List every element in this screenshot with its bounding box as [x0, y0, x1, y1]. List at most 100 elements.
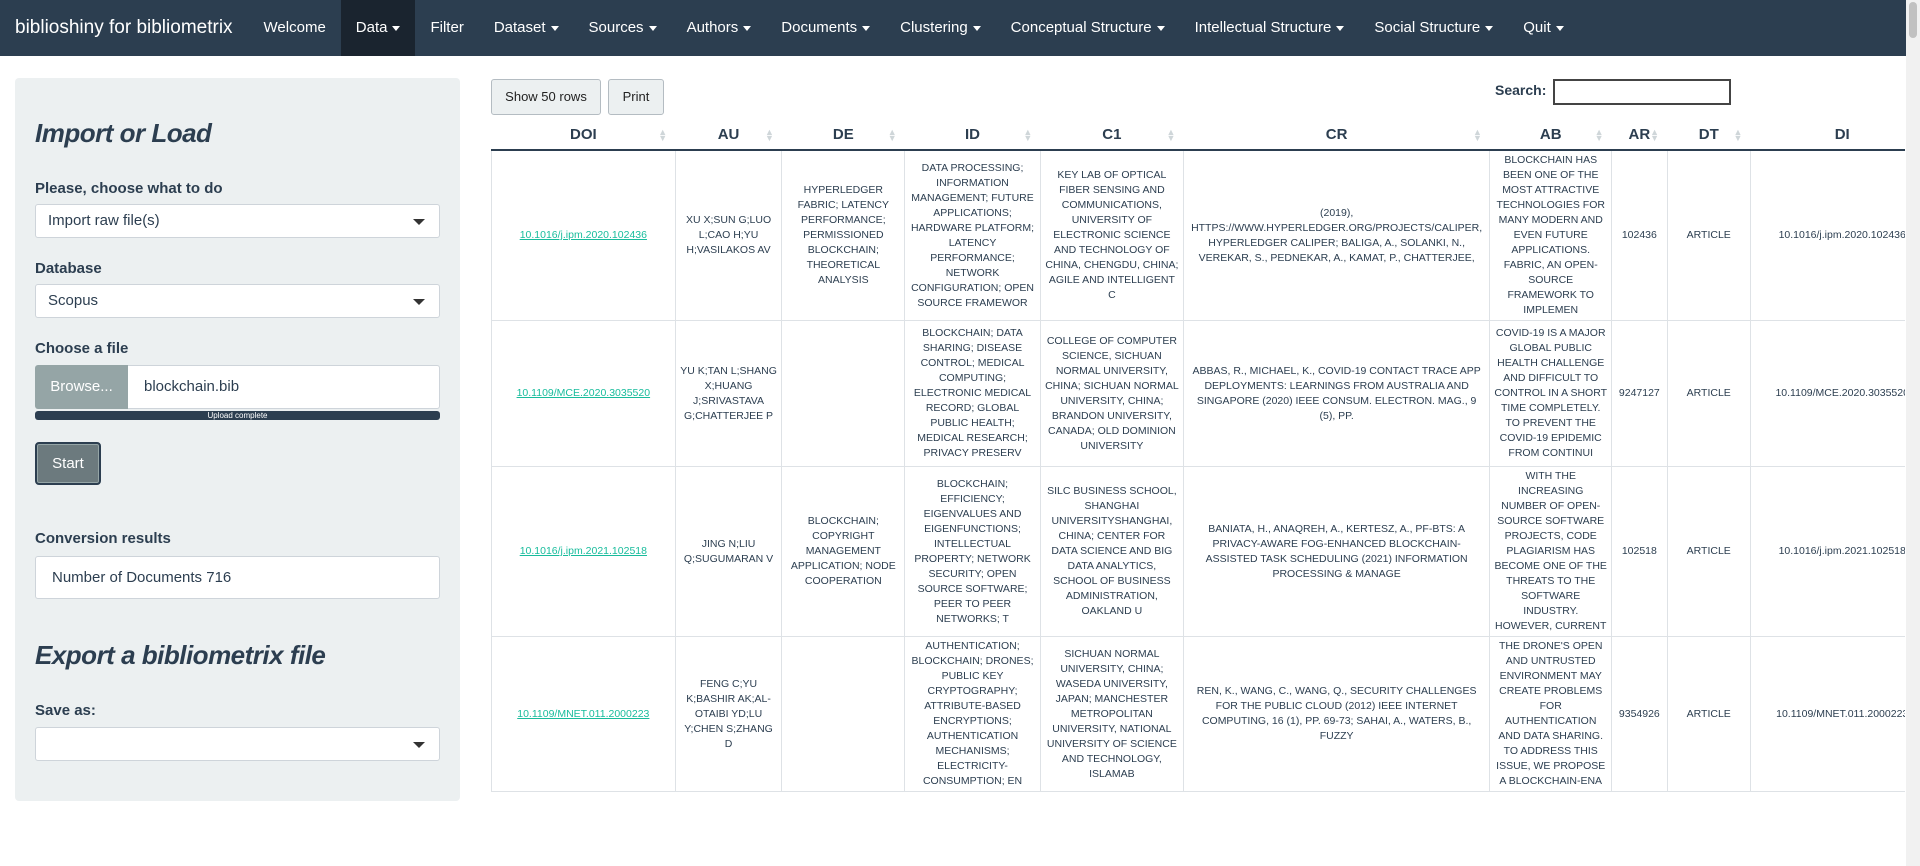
nav-item-social-structure[interactable]: Social Structure	[1359, 0, 1508, 56]
column-header-di[interactable]: DI▲▼	[1750, 120, 1905, 151]
conversion-result: Number of Documents 716	[35, 556, 440, 599]
print-button[interactable]: Print	[608, 79, 664, 115]
nav-item-quit[interactable]: Quit	[1508, 0, 1579, 56]
cell-cr: REN, K., WANG, C., WANG, Q., SECURITY CH…	[1182, 636, 1491, 792]
cell-ab: BLOCKCHAIN HAS BEEN ONE OF THE MOST ATTR…	[1489, 149, 1613, 321]
table-row[interactable]: 10.1016/j.ipm.2021.102518 JING N;LIU Q;SU…	[491, 466, 1905, 637]
column-header-label: AR	[1628, 126, 1651, 143]
doi-link[interactable]: 10.1109/MCE.2020.3035520	[517, 387, 651, 399]
column-header-label: DT	[1698, 126, 1719, 143]
app-brand[interactable]: biblioshiny for bibliometrix	[0, 0, 249, 56]
cell-dt: ARTICLE	[1666, 636, 1751, 792]
cell-dt: ARTICLE	[1666, 320, 1751, 467]
column-header-ar[interactable]: AR ▲ ▼	[1611, 120, 1668, 151]
nav-item-label: Data	[355, 19, 388, 36]
table-row[interactable]: 10.1109/MNET.011.2000223 FENG C;YU K;BASH…	[491, 636, 1905, 792]
cell-cr: ABBAS, R., MICHAEL, K., COVID-19 CONTACT…	[1182, 320, 1491, 467]
nav-item-label: Dataset	[493, 19, 546, 36]
file-name-field[interactable]: blockchain.bib	[128, 365, 440, 409]
database-select[interactable]: Scopus	[35, 284, 440, 318]
database-value: Scopus	[48, 292, 99, 309]
search-label: Search:	[1495, 82, 1547, 98]
column-header-label: DOI	[569, 126, 597, 143]
doi-link[interactable]: 10.1016/j.ipm.2021.102518	[520, 545, 647, 557]
nav-item-filter[interactable]: Filter	[415, 0, 478, 56]
cell-ar: 9354926	[1611, 636, 1668, 792]
column-header-au[interactable]: AU ▲ ▼	[675, 120, 782, 151]
start-button[interactable]: Start	[35, 442, 101, 485]
column-header-c1[interactable]: C1 ▲ ▼	[1040, 120, 1184, 151]
nav-item-data[interactable]: Data	[340, 0, 416, 56]
nav-item-label: Welcome	[263, 19, 326, 36]
column-header-ab[interactable]: AB ▲ ▼	[1489, 120, 1612, 151]
column-header-dt[interactable]: DT ▲ ▼	[1667, 120, 1751, 151]
column-header-label: C1	[1102, 126, 1122, 143]
cell-c1: SICHUAN NORMAL UNIVERSITY, CHINA; WASEDA…	[1039, 636, 1184, 792]
nav-item-label: Authors	[686, 19, 739, 36]
nav-item-documents[interactable]: Documents	[766, 0, 885, 56]
table-row[interactable]: 10.1016/j.ipm.2020.102436 XU X;SUN G;LUO …	[491, 149, 1905, 321]
cell-ar: 102518	[1611, 466, 1668, 637]
sort-icon: ▲ ▼	[1650, 127, 1660, 143]
nav-item-authors[interactable]: Authors	[672, 0, 767, 56]
column-header-cr[interactable]: CR ▲ ▼	[1183, 120, 1490, 151]
column-header-de[interactable]: DE ▲ ▼	[781, 120, 905, 151]
sort-icon: ▲ ▼	[765, 127, 774, 143]
column-header-doi[interactable]: DOI ▲ ▼	[491, 120, 676, 151]
cell-dt: ARTICLE	[1666, 466, 1751, 637]
column-header-id[interactable]: ID ▲ ▼	[904, 120, 1041, 151]
file-label: Choose a file	[35, 340, 129, 357]
nav-item-sources[interactable]: Sources	[574, 0, 672, 56]
cell-de	[781, 320, 906, 467]
top-navbar: biblioshiny for bibliometrix Welcome Data…	[0, 0, 1920, 56]
cell-doi: 10.1109/MNET.011.2000223	[491, 636, 676, 792]
sort-icon: ▲ ▼	[1472, 127, 1482, 143]
cell-id: BLOCKCHAIN; EFFICIENCY; EIGENVALUES AND …	[904, 466, 1041, 637]
nav-item-label: Sources	[588, 19, 644, 36]
page-scrollbar[interactable]	[1906, 0, 1920, 866]
export-title: Export a bibliometrix file	[35, 640, 326, 670]
show-rows-button[interactable]: Show 50 rows	[491, 79, 601, 115]
browse-button[interactable]: Browse...	[35, 365, 128, 409]
sort-icon: ▲ ▼	[1733, 127, 1743, 143]
nav-item-welcome[interactable]: Welcome	[249, 0, 341, 56]
nav-item-label: Intellectual Structure	[1194, 19, 1332, 36]
column-header-label: AB	[1539, 126, 1562, 143]
choose-action-select[interactable]: Import raw file(s)	[35, 204, 440, 238]
table-body: 10.1016/j.ipm.2020.102436 XU X;SUN G;LUO …	[491, 149, 1905, 792]
nav-item-conceptual-structure[interactable]: Conceptual Structure	[996, 0, 1180, 56]
cell-au: FENG C;YU K;BASHIR AK;AL-OTAIBI YD;LU Y;…	[674, 636, 783, 792]
nav-item-dataset[interactable]: Dataset	[479, 0, 574, 56]
doi-link[interactable]: 10.1016/j.ipm.2020.102436	[520, 229, 647, 241]
cell-id: DATA PROCESSING; INFORMATION MANAGEMENT;…	[904, 149, 1041, 321]
cell-doi: 10.1109/MCE.2020.3035520	[491, 320, 676, 467]
cell-ab: COVID-19 IS A MAJOR GLOBAL PUBLIC HEALTH…	[1489, 320, 1613, 467]
nav-item-intellectual-structure[interactable]: Intellectual Structure	[1180, 0, 1360, 56]
cell-di: 10.1016/j.ipm.2021.102518	[1749, 466, 1905, 637]
column-header-label: DI	[1834, 126, 1850, 143]
data-table: DOI▲▼AU▲▼DE▲▼ID▲▼C1▲▼CR▲▼AB▲▼AR▲▼DT▲▼DI▲…	[491, 120, 1905, 792]
caret-down-icon	[1555, 25, 1564, 31]
cell-cr: (2019), HTTPS://WWW.HYPERLEDGER.ORG/PROJ…	[1182, 149, 1491, 321]
scrollbar-thumb[interactable]	[1909, 2, 1917, 38]
nav-item-clustering[interactable]: Clustering	[885, 0, 996, 56]
table-row[interactable]: 10.1109/MCE.2020.3035520 YU K;TAN L;SHANG…	[491, 320, 1905, 467]
save-as-select[interactable]	[35, 727, 440, 761]
nav-item-label: Clustering	[900, 19, 968, 36]
nav-item-label: Filter	[430, 19, 464, 36]
caret-down-icon	[1156, 25, 1165, 31]
cell-de	[781, 636, 906, 792]
doi-link[interactable]: 10.1109/MNET.011.2000223	[517, 708, 649, 720]
database-label: Database	[35, 260, 102, 277]
chevron-down-icon	[413, 742, 425, 748]
caret-down-icon	[743, 25, 752, 31]
cell-ar: 102436	[1611, 149, 1668, 321]
search-input[interactable]	[1553, 79, 1731, 105]
column-header-label: CR	[1325, 126, 1348, 143]
sort-icon: ▲ ▼	[1023, 127, 1033, 143]
cell-dt: ARTICLE	[1666, 149, 1751, 321]
upload-progress-bar: Upload complete	[35, 411, 440, 420]
caret-down-icon	[862, 25, 871, 31]
sidebar-panel: Import or Load Please, choose what to do…	[15, 78, 460, 801]
cell-id: AUTHENTICATION; BLOCKCHAIN; DRONES; PUBL…	[904, 636, 1041, 792]
